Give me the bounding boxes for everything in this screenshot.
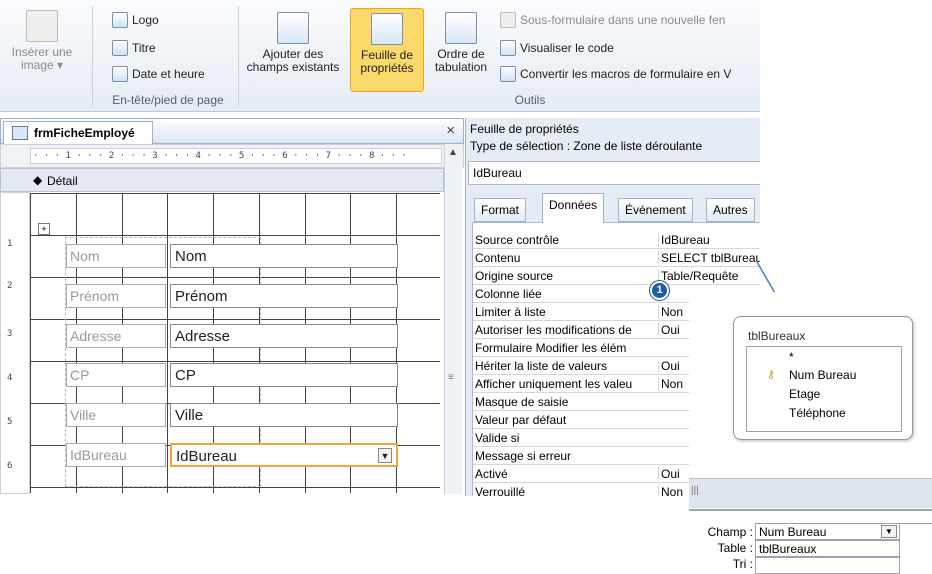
textbox-nom[interactable]: Nom (170, 244, 398, 268)
horizontal-scrollbar[interactable]: ||| (689, 478, 932, 508)
field-all[interactable]: * (789, 350, 794, 364)
ruler-mark: 1 (7, 239, 13, 249)
label-nom[interactable]: Nom (66, 244, 166, 268)
insert-image-button[interactable]: Insérer une image ▾ (2, 10, 82, 72)
selected-control-select[interactable]: IdBureau (468, 161, 760, 185)
row-label-table: Table : (717, 541, 753, 555)
document-tab-bar: frmFicheEmployé × (0, 118, 464, 144)
field-etage[interactable]: Etage (789, 387, 820, 401)
combobox-value: IdBureau (176, 448, 237, 465)
property-sheet-button[interactable]: Feuille de propriétés (350, 8, 424, 92)
vertical-scrollbar[interactable]: ▲ ≡ (444, 144, 462, 494)
scroll-grip-icon[interactable]: ||| (691, 485, 699, 496)
convert-macros-button[interactable]: Convertir les macros de formulaire en V (500, 66, 731, 82)
logo-icon (112, 12, 128, 28)
view-code-button[interactable]: Visualiser le code (500, 40, 614, 56)
tab-autres[interactable]: Autres (706, 198, 755, 222)
title-button[interactable]: Titre (112, 40, 156, 56)
ruler-mark: 6 (7, 461, 13, 471)
property-row[interactable]: Source contrôle IdBureau (473, 231, 760, 249)
field-telephone[interactable]: Téléphone (789, 406, 846, 420)
label-idbureau[interactable]: IdBureau (66, 443, 166, 467)
section-header-detail[interactable]: ◆ Détail (0, 168, 444, 192)
tab-format[interactable]: Format (474, 198, 527, 222)
tab-order-icon (445, 12, 477, 44)
textbox-adresse[interactable]: Adresse (170, 324, 398, 348)
ribbon: Insérer une image ▾ Logo Titre Date et h… (0, 0, 760, 112)
field-num-bureau[interactable]: Num Bureau (789, 368, 856, 382)
textbox-ville[interactable]: Ville (170, 403, 398, 427)
image-icon (26, 10, 58, 42)
section-collapse-icon[interactable]: ◆ (33, 173, 42, 187)
ruler-mark: 5 (7, 417, 13, 427)
tab-donnees[interactable]: Données (542, 193, 605, 223)
dropdown-arrow-icon[interactable]: ▼ (378, 448, 392, 463)
form-design-grid[interactable]: + Nom Nom Prénom Prénom Adresse Adresse … (30, 193, 440, 493)
horizontal-ruler: · · · 1 · · · 2 · · · 3 · · · 4 · · · 5 … (30, 148, 442, 164)
row-label-champ: Champ : (707, 525, 753, 539)
label-cp[interactable]: CP (66, 363, 166, 387)
query-grid: Champ : Table : Tri : Num Bureau ▼ tblBu… (689, 509, 932, 574)
add-fields-button[interactable]: Ajouter des champs existants (244, 12, 342, 74)
group-label-header-footer: En-tête/pied de page (112, 93, 224, 107)
form-icon (12, 126, 28, 140)
group-label-tools: Outils (514, 93, 546, 107)
tri-cell[interactable] (755, 557, 900, 574)
code-icon (500, 40, 516, 56)
ruler-mark: 4 (7, 373, 13, 383)
label-prenom[interactable]: Prénom (66, 284, 166, 308)
next-column[interactable] (900, 523, 932, 574)
group-separator (92, 6, 93, 106)
row-label-tri: Tri : (732, 557, 753, 571)
section-label: Détail (47, 174, 78, 188)
property-row[interactable]: Contenu SELECT tblBureau (473, 249, 760, 267)
subform-new-window-button[interactable]: Sous-formulaire dans une nouvelle fen (500, 12, 725, 28)
table-box-title: tblBureaux (748, 329, 806, 343)
ruler-mark: 3 (7, 329, 13, 339)
date-time-icon (112, 66, 128, 82)
key-icon: ⚷ (767, 369, 776, 381)
field-list: * ⚷ Num Bureau Etage Téléphone (746, 346, 902, 432)
combobox-idbureau[interactable]: IdBureau ▼ (170, 443, 398, 467)
table-cell[interactable]: tblBureaux (755, 540, 900, 557)
move-handle-icon[interactable]: + (38, 223, 50, 235)
title-icon (112, 40, 128, 56)
convert-macros-icon (500, 66, 516, 82)
label-adresse[interactable]: Adresse (66, 324, 166, 348)
property-row[interactable]: Origine source Table/Requête (473, 267, 760, 285)
vertical-ruler: 1 2 3 4 5 6 (0, 192, 30, 494)
dropdown-arrow-icon[interactable]: ▼ (881, 525, 897, 538)
textbox-cp[interactable]: CP (170, 363, 398, 387)
add-fields-icon (277, 12, 309, 44)
textbox-prenom[interactable]: Prénom (170, 284, 398, 308)
tab-order-button[interactable]: Ordre de tabulation (426, 12, 496, 74)
ruler-mark: 2 (7, 281, 13, 291)
property-sheet-icon (371, 13, 403, 45)
table-box-tblbureaux[interactable]: tblBureaux * ⚷ Num Bureau Etage Téléphon… (733, 316, 913, 440)
subform-icon (500, 12, 516, 28)
selection-type: Type de sélection : Zone de liste déroul… (470, 139, 703, 153)
group-separator (238, 6, 239, 106)
callout-badge: 1 (650, 281, 669, 300)
date-time-button[interactable]: Date et heure (112, 66, 205, 82)
scroll-up-arrow-icon[interactable]: ▲ (448, 147, 458, 158)
logo-button[interactable]: Logo (112, 12, 159, 28)
champ-select[interactable]: Num Bureau ▼ (755, 523, 900, 540)
tab-evenement[interactable]: Événement (618, 198, 693, 222)
label-ville[interactable]: Ville (66, 403, 166, 427)
tab-frmficheemploye[interactable]: frmFicheEmployé (3, 121, 153, 144)
property-sheet-title: Feuille de propriétés (470, 122, 579, 136)
scroll-grip-icon[interactable]: ≡ (448, 372, 454, 383)
close-tab-button[interactable]: × (446, 122, 455, 139)
